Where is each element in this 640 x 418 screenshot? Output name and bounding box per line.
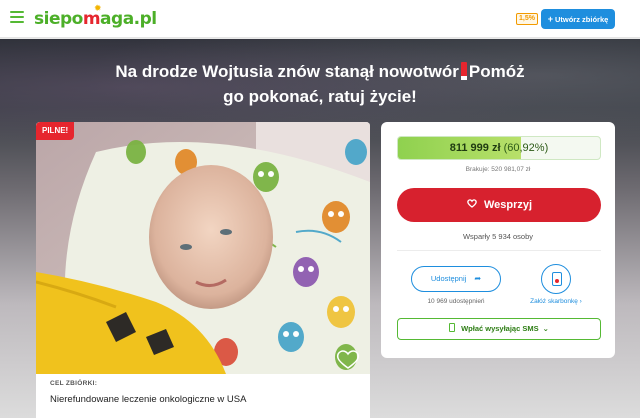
progress-text: 811 999 zł (60,92%) (398, 137, 600, 159)
logo-sun-icon: ✹ (94, 4, 102, 14)
share-arrow-icon: ➦ (474, 274, 482, 283)
donation-panel: 811 999 zł (60,92%) Brakuje: 520 981,07 … (381, 122, 615, 358)
panel-divider (397, 250, 601, 251)
percent-raised: (60,92%) (503, 142, 549, 154)
chevron-down-icon: ⌄ (542, 324, 549, 333)
supporters-count: Wsparły 5 934 osoby (462, 232, 534, 241)
goal-label: CEL ZBIÓRKI: (50, 380, 98, 387)
amount-raised: 811 999 zł (449, 142, 501, 154)
share-count: 10 969 udostępnień (427, 298, 485, 305)
share-button[interactable]: Udostępnij ➦ (411, 266, 501, 292)
donate-button[interactable]: Wesprzyj (397, 188, 601, 222)
siepomaga-logo[interactable]: siepomaga.pl ✹ (34, 4, 157, 29)
top-navigation-bar: siepomaga.pl ✹ 1,5% + Utwórz zbiórkę (0, 0, 640, 38)
heart-hand-icon (466, 188, 478, 222)
phone-icon (449, 323, 456, 332)
amount-missing: Brakuje: 520 981,07 zł (465, 166, 531, 173)
sms-donate-button[interactable]: Wpłać wysyłając SMS ⌄ (397, 318, 601, 340)
create-fundraiser-button[interactable]: + Utwórz zbiórkę (541, 9, 615, 29)
fundraising-progress-bar: 811 999 zł (60,92%) (397, 136, 601, 160)
plus-icon: + (547, 14, 553, 24)
campaign-photo-card: PILNE! CEL ZBIÓRKI: Nierefundowane lecze… (36, 122, 370, 418)
hamburger-icon[interactable] (10, 11, 24, 25)
goal-text: Nierefundowane leczenie onkologiczne w U… (50, 394, 247, 405)
campaign-title: Na drodze Wojtusia znów stanął nowotwór P… (115, 62, 525, 106)
create-piggy-bank-link[interactable]: Załóż skarbonkę › (519, 298, 593, 305)
exclamation-icon (460, 62, 467, 80)
urgent-badge: PILNE! (36, 122, 75, 140)
campaign-photo[interactable]: PILNE! (36, 122, 370, 374)
piggy-bank-icon[interactable] (541, 264, 571, 294)
one-point-five-percent-badge[interactable]: 1,5% (516, 13, 538, 25)
